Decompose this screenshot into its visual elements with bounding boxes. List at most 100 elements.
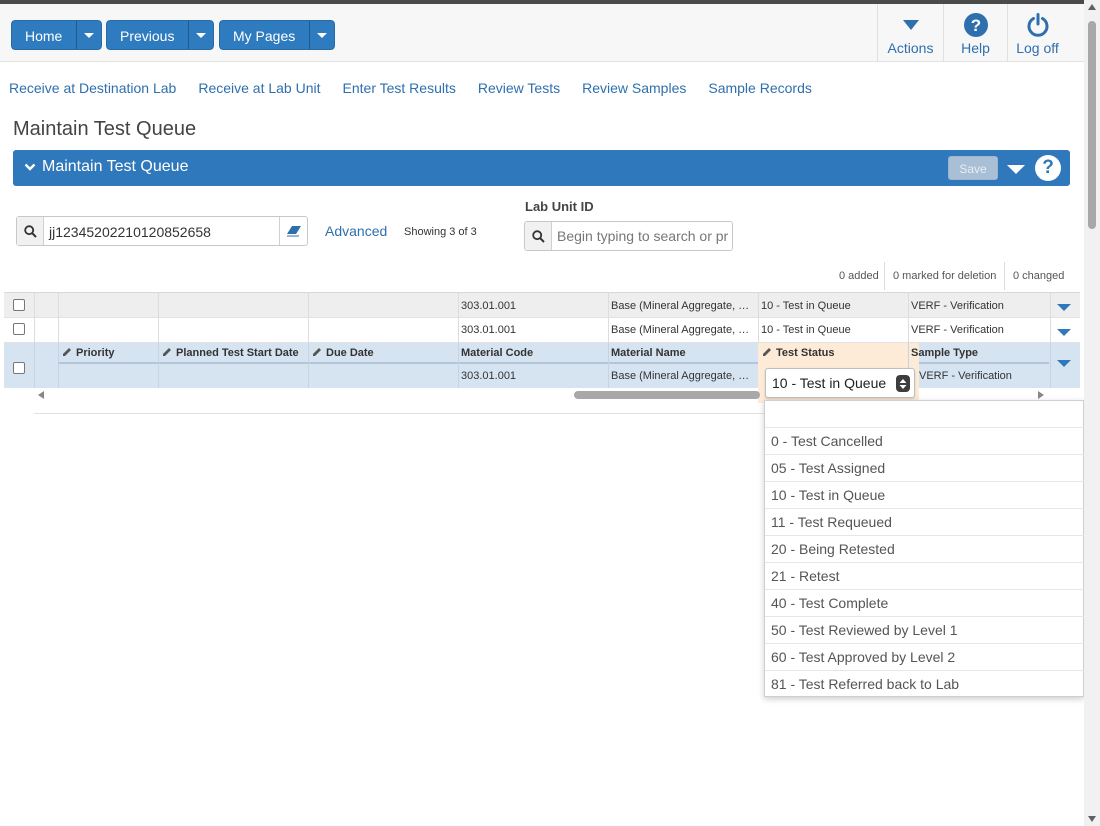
material-code-cell[interactable]: 303.01.001 <box>461 324 605 336</box>
row-checkbox[interactable] <box>13 323 25 335</box>
select-arrows-icon[interactable] <box>896 375 910 392</box>
log-off-label: Log off <box>1016 40 1059 56</box>
lab-unit-search-box[interactable] <box>524 221 733 251</box>
search-icon[interactable] <box>17 217 44 245</box>
status-option[interactable]: 81 - Test Referred back to Lab <box>765 671 1085 698</box>
test-status-cell[interactable]: 10 - Test in Queue <box>761 324 905 336</box>
link-receive-at-destination-lab[interactable]: Receive at Destination Lab <box>9 80 176 96</box>
stats-divider <box>1004 262 1005 290</box>
status-option[interactable]: 40 - Test Complete <box>765 590 1085 617</box>
status-option-blank[interactable] <box>765 401 1085 428</box>
scroll-left-icon[interactable] <box>38 391 44 399</box>
eraser-icon[interactable] <box>279 217 307 245</box>
test-status-cell[interactable]: 10 - Test in Queue <box>761 300 905 312</box>
panel-menu-caret-icon[interactable] <box>1007 165 1025 174</box>
scroll-down-icon[interactable] <box>1088 816 1096 822</box>
previous-button-group[interactable]: Previous <box>106 20 215 50</box>
lab-unit-input[interactable] <box>553 222 732 250</box>
home-button-group[interactable]: Home <box>11 20 103 50</box>
previous-dropdown-toggle[interactable] <box>188 20 215 50</box>
status-option[interactable]: 20 - Being Retested <box>765 536 1085 563</box>
status-option[interactable]: 0 - Test Cancelled <box>765 428 1085 455</box>
row-checkbox[interactable] <box>13 299 25 311</box>
link-receive-at-lab-unit[interactable]: Receive at Lab Unit <box>198 80 320 96</box>
column-divider <box>458 343 459 388</box>
status-option[interactable]: 05 - Test Assigned <box>765 455 1085 482</box>
table-row-selected[interactable]: Priority Planned Test Start Date Due Dat… <box>4 343 1080 403</box>
advanced-search-link[interactable]: Advanced <box>325 223 387 239</box>
vertical-scrollbar[interactable] <box>1084 0 1100 826</box>
column-divider <box>158 318 159 343</box>
pencil-icon <box>763 348 771 356</box>
home-dropdown-toggle[interactable] <box>76 20 103 50</box>
column-divider <box>908 293 909 319</box>
added-count: 0 added <box>839 270 879 282</box>
vertical-scroll-thumb[interactable] <box>1088 21 1096 229</box>
record-count: Showing 3 of 3 <box>404 226 477 238</box>
my-pages-button[interactable]: My Pages <box>219 20 310 50</box>
chevron-down-icon <box>196 32 207 38</box>
top-toolbar: Home Previous My Pages Actions ? Help Lo… <box>0 4 1084 62</box>
link-sample-records[interactable]: Sample Records <box>708 80 812 96</box>
search-input[interactable]: jj12345202210120852658 <box>49 224 211 240</box>
column-divider <box>758 293 759 319</box>
svg-text:?: ? <box>970 16 980 35</box>
row-menu-caret-icon[interactable] <box>1057 360 1071 367</box>
sample-type-cell[interactable]: VERF - Verification <box>911 300 1049 312</box>
table-row[interactable]: 303.01.001 Base (Mineral Aggregate, … 10… <box>4 292 1080 319</box>
chevron-down-icon <box>84 32 95 38</box>
material-code-cell[interactable]: 303.01.001 <box>461 300 605 312</box>
save-button[interactable]: Save <box>948 156 998 180</box>
link-review-tests[interactable]: Review Tests <box>478 80 560 96</box>
stats-divider <box>884 262 885 290</box>
link-review-samples[interactable]: Review Samples <box>582 80 686 96</box>
my-pages-button-group[interactable]: My Pages <box>219 20 336 50</box>
log-off-button[interactable]: Log off <box>1007 4 1067 62</box>
collapse-chevron-icon[interactable] <box>24 161 36 173</box>
changed-count: 0 changed <box>1013 270 1065 282</box>
column-header-due-date[interactable]: Due Date <box>312 347 456 359</box>
status-option[interactable]: 60 - Test Approved by Level 2 <box>765 644 1085 671</box>
my-pages-dropdown-toggle[interactable] <box>309 20 336 50</box>
column-divider <box>34 293 35 319</box>
pencil-icon <box>313 348 321 356</box>
sample-type-cell[interactable]: VERF - Verification <box>911 324 1049 336</box>
scroll-right-icon[interactable] <box>1038 391 1044 399</box>
material-name-cell[interactable]: Base (Mineral Aggregate, … <box>611 324 755 336</box>
panel-title[interactable]: Maintain Test Queue <box>42 158 188 176</box>
search-icon[interactable] <box>525 222 552 250</box>
panel-help-icon[interactable]: ? <box>1035 155 1061 181</box>
table-row[interactable]: 303.01.001 Base (Mineral Aggregate, … 10… <box>4 318 1080 343</box>
home-button[interactable]: Home <box>11 20 77 50</box>
column-header-planned-start[interactable]: Planned Test Start Date <box>162 347 306 359</box>
row-menu-caret-icon[interactable] <box>1057 329 1071 336</box>
status-option[interactable]: 10 - Test in Queue <box>765 482 1085 509</box>
actions-button[interactable]: Actions <box>877 4 943 62</box>
horizontal-scroll-thumb[interactable] <box>574 391 760 399</box>
column-header-sample-type[interactable]: Sample Type <box>911 347 1049 359</box>
sample-search-box[interactable]: jj12345202210120852658 <box>16 216 308 246</box>
test-status-select[interactable]: 10 - Test in Queue <box>765 368 915 398</box>
material-name-cell[interactable]: Base (Mineral Aggregate, … <box>611 300 755 312</box>
sample-type-cell[interactable]: VERF - Verification <box>919 370 1049 382</box>
column-divider <box>58 293 59 319</box>
column-header-material-code[interactable]: Material Code <box>461 347 605 359</box>
status-option[interactable]: 21 - Retest <box>765 563 1085 590</box>
material-name-cell[interactable]: Base (Mineral Aggregate, … <box>611 370 755 382</box>
material-code-cell[interactable]: 303.01.001 <box>461 370 605 382</box>
row-checkbox[interactable] <box>13 362 25 374</box>
column-header-test-status[interactable]: Test Status <box>762 347 906 359</box>
row-menu-caret-icon[interactable] <box>1057 304 1071 311</box>
panel-header: Maintain Test Queue Save ? <box>13 150 1070 186</box>
status-option[interactable]: 11 - Test Requeued <box>765 509 1085 536</box>
deleted-count: 0 marked for deletion <box>893 270 997 282</box>
previous-button[interactable]: Previous <box>106 20 189 50</box>
scroll-up-icon[interactable] <box>1088 4 1096 10</box>
status-option[interactable]: 50 - Test Reviewed by Level 1 <box>765 617 1085 644</box>
column-header-priority[interactable]: Priority <box>62 347 156 359</box>
column-header-material-name[interactable]: Material Name <box>611 347 755 359</box>
column-divider <box>608 343 609 388</box>
help-button[interactable]: ? Help <box>943 4 1007 62</box>
column-divider <box>1050 293 1051 319</box>
link-enter-test-results[interactable]: Enter Test Results <box>343 80 456 96</box>
